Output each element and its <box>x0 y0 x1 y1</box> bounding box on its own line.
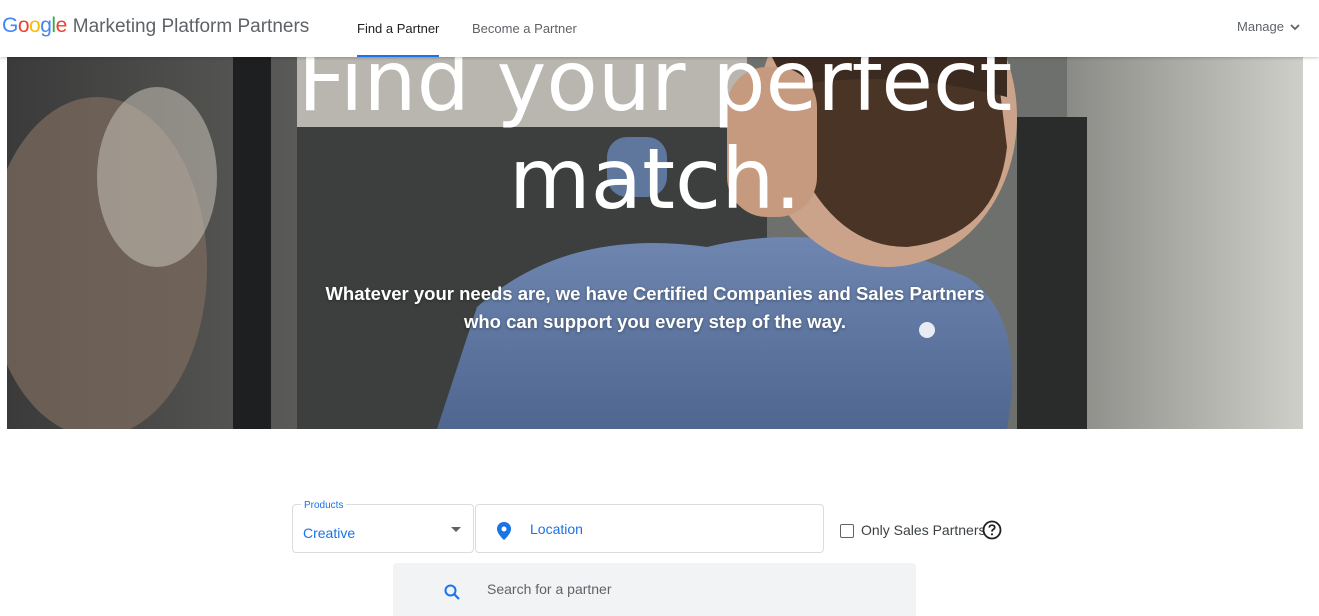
search-placeholder: Search for a partner <box>487 581 612 597</box>
partner-search-input[interactable]: Search for a partner <box>393 563 916 616</box>
logo-letter: G <box>2 14 18 37</box>
logo-letter: o <box>17 14 30 37</box>
logo-letter: e <box>55 14 68 37</box>
search-icon <box>444 584 460 600</box>
products-label: Products <box>301 500 347 511</box>
hero-title-line-2: match. <box>508 130 802 228</box>
manage-menu-button[interactable]: Manage <box>1237 19 1301 34</box>
products-select[interactable]: Products Creative <box>292 500 474 553</box>
logo-letter: o <box>29 14 41 37</box>
hero-subtitle-line-2: who can support you every step of the wa… <box>463 311 847 332</box>
product-name: Marketing Platform Partners <box>72 16 310 37</box>
products-value: Creative <box>303 525 356 541</box>
top-nav-bar: Google Marketing Platform Partners Find … <box>0 0 1319 57</box>
chevron-down-icon <box>1290 23 1300 30</box>
tab-become-a-partner[interactable]: Become a Partner <box>472 0 577 57</box>
tab-find-a-partner[interactable]: Find a Partner <box>357 0 440 57</box>
location-input[interactable]: Location <box>475 504 824 553</box>
location-placeholder: Location <box>530 521 583 537</box>
manage-label: Manage <box>1237 19 1284 34</box>
hero-banner: Find your perfect match. Whatever your n… <box>7 57 1303 429</box>
dropdown-arrow-icon <box>451 527 461 532</box>
only-sales-partners-checkbox[interactable] <box>840 524 854 538</box>
google-marketing-platform-partners-logo[interactable]: Google Marketing Platform Partners <box>2 14 309 44</box>
hero-subtitle-line-1: Whatever your needs are, we have Certifi… <box>325 283 985 304</box>
hero-title-line-1: Find your perfect <box>297 57 1013 130</box>
help-circle-icon[interactable] <box>982 520 1002 540</box>
tab-label: Find a Partner <box>357 21 440 36</box>
logo-letter: g <box>40 14 52 37</box>
location-pin-icon <box>497 522 511 540</box>
only-sales-partners-label[interactable]: Only Sales Partners <box>861 522 986 538</box>
google-wordmark: Google <box>2 14 67 38</box>
tab-label: Become a Partner <box>472 21 577 36</box>
hero-subtitle: Whatever your needs are, we have Certifi… <box>7 280 1303 336</box>
